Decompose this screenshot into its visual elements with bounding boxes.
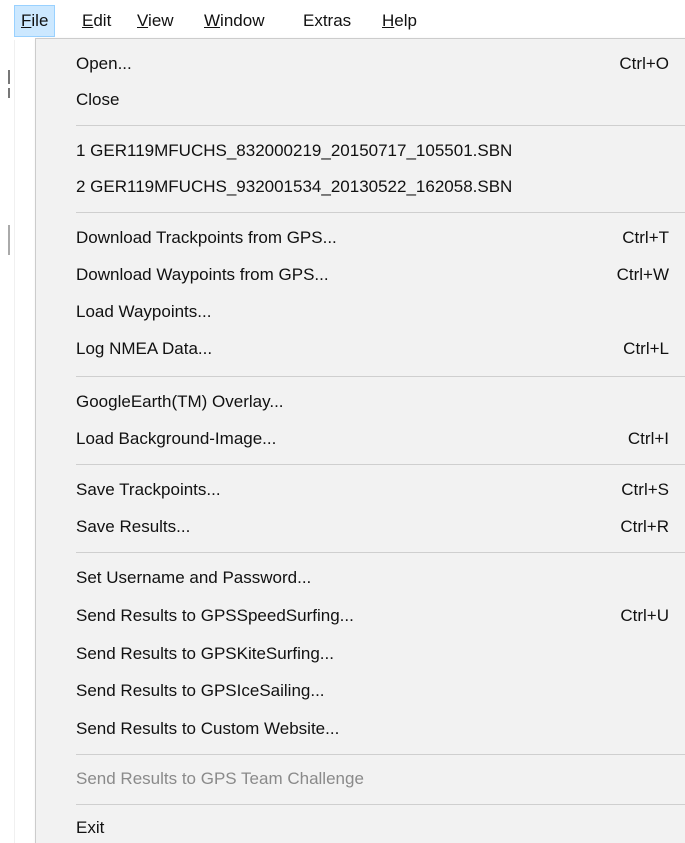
menu-item-label: Save Trackpoints... <box>76 480 221 499</box>
menu-item-label: Load Waypoints... <box>76 302 212 321</box>
menu-item-shortcut: Ctrl+O <box>619 54 669 73</box>
menu-item-send-gps-team-challenge: Send Results to GPS Team Challenge <box>36 762 685 796</box>
menu-item-recent-file-1[interactable]: 1 GER119MFUCHS_832000219_20150717_105501… <box>36 134 685 168</box>
menu-item-open[interactable]: Open... Ctrl+O <box>36 47 685 81</box>
menu-extras[interactable]: Extras <box>303 7 351 35</box>
menu-item-shortcut: Ctrl+T <box>622 228 669 247</box>
menu-item-label: Set Username and Password... <box>76 568 312 587</box>
menu-item-label: GoogleEarth(TM) Overlay... <box>76 392 284 411</box>
menu-separator <box>76 212 685 213</box>
underlying-window-edge <box>0 40 15 843</box>
menu-file[interactable]: File <box>14 5 56 37</box>
file-dropdown-menu: Open... Ctrl+O Close 1 GER119MFUCHS_8320… <box>35 38 685 843</box>
menu-item-save-results[interactable]: Save Results... Ctrl+R <box>36 510 685 544</box>
menu-item-label: 2 GER119MFUCHS_932001534_20130522_162058… <box>76 177 513 196</box>
menu-item-shortcut: Ctrl+I <box>627 429 669 448</box>
menu-item-label: Save Results... <box>76 517 191 536</box>
menu-item-shortcut: Ctrl+S <box>621 480 669 499</box>
application-window: File Edit View Window Extras Help Open..… <box>0 0 685 843</box>
menu-item-shortcut: Ctrl+W <box>616 265 669 284</box>
menu-item-recent-file-2[interactable]: 2 GER119MFUCHS_932001534_20130522_162058… <box>36 170 685 204</box>
menu-item-label: Exit <box>76 818 105 837</box>
menu-item-label: Log NMEA Data... <box>76 339 213 358</box>
edge-mark <box>8 225 10 255</box>
menu-item-label: Send Results to Custom Website... <box>76 719 340 738</box>
menu-item-label: Send Results to GPSKiteSurfing... <box>76 644 334 663</box>
menu-item-googleearth-overlay[interactable]: GoogleEarth(TM) Overlay... <box>36 385 685 419</box>
menu-item-close[interactable]: Close <box>36 83 685 117</box>
menu-bar: File Edit View Window Extras Help <box>0 0 685 40</box>
menu-item-shortcut: Ctrl+U <box>620 606 669 625</box>
menu-view[interactable]: View <box>137 7 174 35</box>
menu-separator <box>76 125 685 126</box>
menu-item-label: Send Results to GPS Team Challenge <box>76 769 364 788</box>
menu-item-download-waypoints[interactable]: Download Waypoints from GPS... Ctrl+W <box>36 258 685 292</box>
menu-item-label: Load Background-Image... <box>76 429 277 448</box>
menu-separator <box>76 552 685 553</box>
edge-mark <box>8 88 10 98</box>
menu-item-label: Send Results to GPSIceSailing... <box>76 681 325 700</box>
menu-item-download-trackpoints[interactable]: Download Trackpoints from GPS... Ctrl+T <box>36 221 685 255</box>
edge-mark <box>8 70 10 84</box>
menu-item-label: Open... <box>76 54 132 73</box>
menu-item-label: 1 GER119MFUCHS_832000219_20150717_105501… <box>76 141 513 160</box>
menu-item-label: Download Trackpoints from GPS... <box>76 228 337 247</box>
menu-item-label: Download Waypoints from GPS... <box>76 265 329 284</box>
menu-separator <box>76 804 685 805</box>
menu-window[interactable]: Window <box>204 7 264 35</box>
menu-separator <box>76 754 685 755</box>
menu-separator <box>76 464 685 465</box>
menu-item-send-custom-website[interactable]: Send Results to Custom Website... <box>36 712 685 746</box>
menu-edit[interactable]: Edit <box>82 7 111 35</box>
menu-item-shortcut: Ctrl+L <box>623 339 669 358</box>
menu-item-send-gpsicesailing[interactable]: Send Results to GPSIceSailing... <box>36 674 685 708</box>
menu-item-set-username-password[interactable]: Set Username and Password... <box>36 561 685 595</box>
menu-item-save-trackpoints[interactable]: Save Trackpoints... Ctrl+S <box>36 473 685 507</box>
menu-item-load-background-image[interactable]: Load Background-Image... Ctrl+I <box>36 422 685 456</box>
menu-item-send-gpskitesurfing[interactable]: Send Results to GPSKiteSurfing... <box>36 637 685 671</box>
menu-item-shortcut: Ctrl+R <box>620 517 669 536</box>
menu-item-log-nmea[interactable]: Log NMEA Data... Ctrl+L <box>36 332 685 366</box>
menu-help[interactable]: Help <box>382 7 417 35</box>
menu-item-load-waypoints[interactable]: Load Waypoints... <box>36 295 685 329</box>
menu-item-label: Send Results to GPSSpeedSurfing... <box>76 606 354 625</box>
menu-separator <box>76 376 685 377</box>
menu-item-label: Close <box>76 90 120 109</box>
menu-item-send-gpsspeedsurfing[interactable]: Send Results to GPSSpeedSurfing... Ctrl+… <box>36 599 685 633</box>
menu-item-exit[interactable]: Exit <box>36 811 685 843</box>
